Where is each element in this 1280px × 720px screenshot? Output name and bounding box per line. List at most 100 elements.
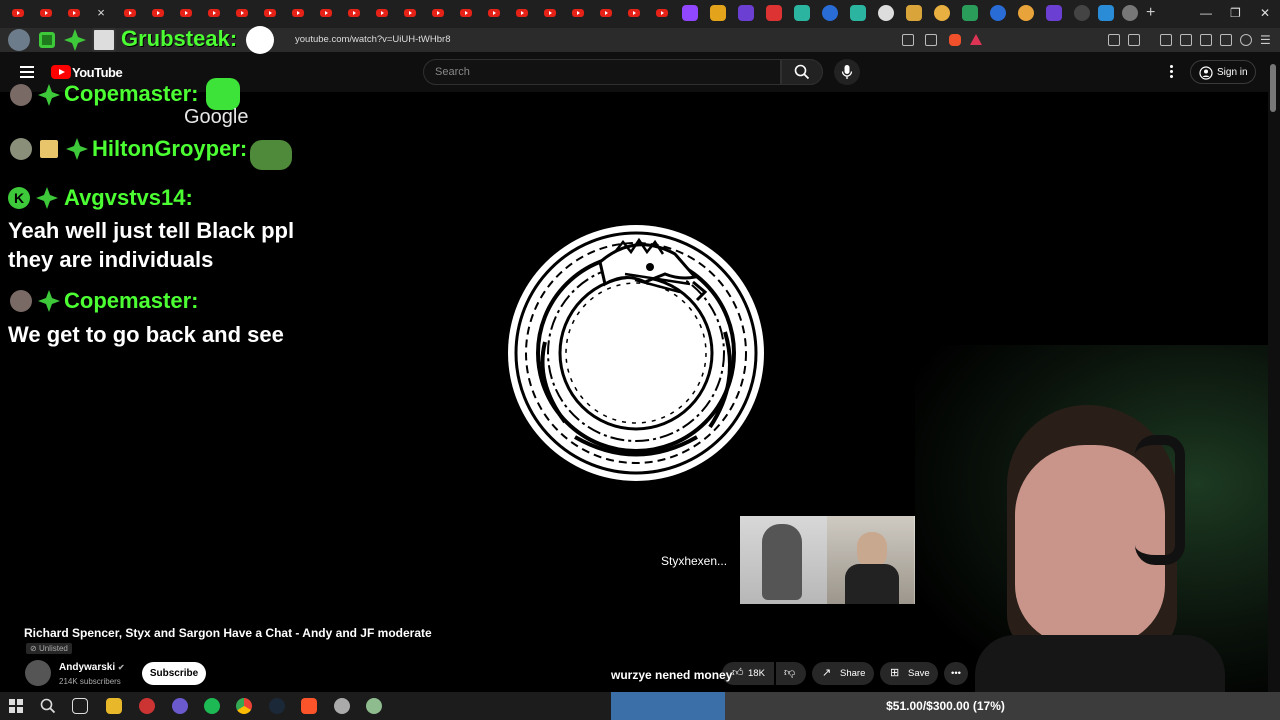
search-icon [794,64,810,80]
chat-message-text: We get to go back and see [8,322,284,347]
sign-in-button[interactable]: Sign in [1190,60,1256,84]
save-button[interactable]: ⊞ Save [880,662,938,685]
wallet-icon[interactable] [1200,34,1212,46]
participant-label: Styxhexen... [661,554,728,568]
app-icon[interactable] [139,698,155,714]
live-caption: wurzye nened money [611,668,733,682]
app-icon[interactable] [366,698,382,714]
link-icon: ⊘ [30,644,39,653]
share-button[interactable]: ↗ Share [812,662,874,685]
twitch-tab-icon[interactable] [738,5,754,21]
scrollbar-thumb[interactable] [1270,64,1276,112]
globe-tab-icon[interactable] [822,5,838,21]
youtube-tab-icon[interactable] [430,5,446,21]
site-tab-icon[interactable] [1098,5,1114,21]
steam-icon[interactable] [269,698,285,714]
ouroboros-artwork [508,225,764,481]
extension-icon[interactable] [1128,34,1140,46]
more-horizontal-icon: ••• [951,668,961,679]
sparkle-badge-icon [36,187,58,209]
more-options-icon[interactable] [1170,65,1174,80]
ghost-emote-icon [246,26,274,54]
task-view-icon[interactable] [72,698,88,714]
minimize-icon[interactable]: — [1200,4,1212,22]
unlisted-label: Unlisted [38,644,68,653]
site-tab-icon[interactable] [934,5,950,21]
sparkle-badge-icon [64,29,86,51]
discord-icon[interactable] [172,698,188,714]
streamer-webcam [915,345,1268,692]
windows-start-icon[interactable] [8,698,24,714]
globe-tab-icon[interactable] [1122,5,1138,21]
voice-search-button[interactable] [834,59,860,85]
kick-badge-icon: K [8,187,30,209]
dislike-button[interactable]: 👎︎ [776,662,806,685]
subscribe-button[interactable]: Subscribe [142,662,206,685]
brave-rewards-icon[interactable] [970,34,982,45]
globe-tab-icon[interactable] [990,5,1006,21]
menu-icon[interactable]: ☰ [1260,34,1272,46]
like-count: 18K [748,668,765,679]
share-label: Share [840,668,866,679]
site-tab-icon[interactable] [1074,5,1090,21]
chat-username: Copemaster: [64,81,199,106]
bookmark-icon: ⊞ [890,667,900,679]
video-title: Richard Spencer, Styx and Sargon Have a … [24,626,432,640]
user-avatar [10,138,32,160]
spotify-icon[interactable] [204,698,220,714]
search-icon[interactable] [40,698,56,714]
extension-icon[interactable] [1220,34,1232,46]
twitch-tab-icon[interactable] [1046,5,1062,21]
search-button[interactable] [781,59,823,85]
app-icon[interactable] [334,698,350,714]
media-icon[interactable] [1160,34,1172,46]
youtube-tab-icon[interactable] [458,5,474,21]
chat-username: Copemaster: [64,288,199,313]
thumbs-down-icon: 👎︎ [784,667,796,679]
youtube-tab-icon[interactable] [514,5,530,21]
extension-icon[interactable] [1108,34,1120,46]
vivaldi-tab-icon[interactable] [766,5,782,21]
youtube-tab-icon[interactable] [346,5,362,21]
youtube-tab-icon[interactable] [542,5,558,21]
chat-username: Avgvstvs14: [64,185,193,210]
chat-username: HiltonGroyper: [92,136,248,161]
channel-name[interactable]: Andywarski ✔ [59,662,125,673]
maximize-icon[interactable]: ❐ [1230,4,1241,22]
brave-icon[interactable] [301,698,317,714]
youtube-tab-icon[interactable] [402,5,418,21]
sub-badge-icon [39,32,55,48]
site-tab-icon[interactable] [962,5,978,21]
youtube-tab-icon[interactable] [598,5,614,21]
vpn-icon[interactable] [1240,34,1252,46]
thumbs-up-icon: 👍︎ [732,667,744,679]
site-tab-icon[interactable] [1018,5,1034,21]
extension-tab-icon[interactable] [710,5,726,21]
participant-thumbnail[interactable] [740,516,827,604]
youtube-tab-icon[interactable] [570,5,586,21]
close-window-icon[interactable]: ✕ [1260,4,1270,22]
youtube-tab-icon[interactable] [654,5,670,21]
new-tab-button[interactable]: + [1146,4,1155,22]
site-tab-icon[interactable] [794,5,810,21]
participant-thumbnail[interactable] [827,516,914,604]
brave-shield-icon[interactable] [949,34,961,46]
channel-avatar[interactable] [25,660,51,686]
youtube-tab-icon[interactable] [626,5,642,21]
save-label: Save [908,668,930,679]
youtube-tab-icon[interactable] [374,5,390,21]
file-explorer-icon[interactable] [106,698,122,714]
folder-tab-icon[interactable] [906,5,922,21]
sparkle-badge-icon [38,84,60,106]
more-actions-button[interactable]: ••• [944,662,968,685]
share-page-icon[interactable] [925,34,937,46]
site-tab-icon[interactable] [878,5,894,21]
twitch-tab-icon[interactable] [682,5,698,21]
cast-icon[interactable] [902,34,914,46]
site-tab-icon[interactable] [850,5,866,21]
youtube-tab-icon[interactable] [486,5,502,21]
chrome-icon[interactable] [236,698,252,714]
page-scrollbar[interactable] [1268,52,1280,692]
sidebar-icon[interactable] [1180,34,1192,46]
search-input[interactable]: Search [423,59,781,85]
